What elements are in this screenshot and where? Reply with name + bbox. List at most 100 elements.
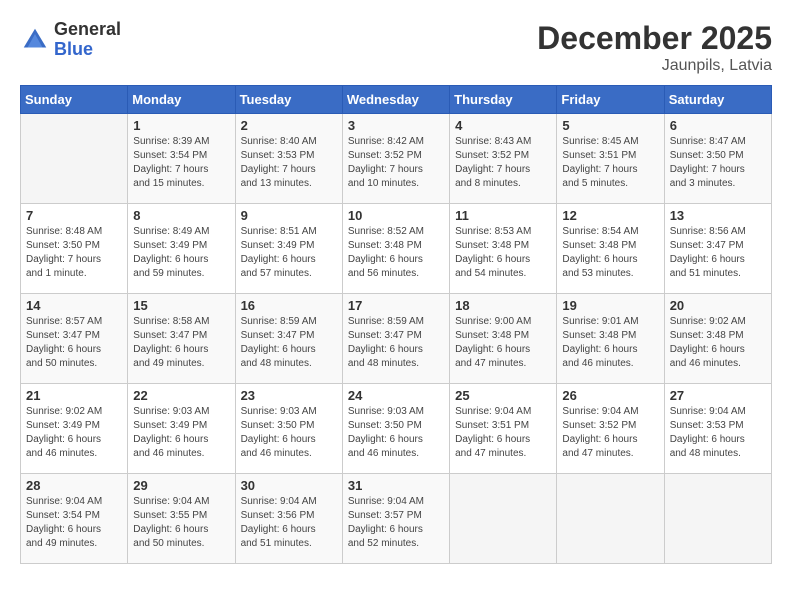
day-info: Sunrise: 9:04 AM Sunset: 3:55 PM Dayligh… bbox=[133, 495, 229, 551]
logo: General Blue bbox=[20, 20, 121, 60]
day-number: 6 bbox=[670, 118, 766, 133]
day-info: Sunrise: 9:03 AM Sunset: 3:50 PM Dayligh… bbox=[241, 405, 337, 461]
calendar-day-cell: 25Sunrise: 9:04 AM Sunset: 3:51 PM Dayli… bbox=[450, 384, 557, 474]
calendar-week-row: 21 Sunrise: 9:02 AM Sunset: 3:49 PM Dayli… bbox=[21, 384, 772, 474]
day-info: Sunrise: 8:57 AM Sunset: 3:47 PM Dayligh… bbox=[26, 315, 122, 371]
day-number: 11 bbox=[455, 208, 551, 223]
calendar-day-cell: 3 Sunrise: 8:42 AM Sunset: 3:52 PM Daylig… bbox=[342, 114, 449, 204]
calendar-day-cell: 1Sunrise: 8:39 AM Sunset: 3:54 PM Daylig… bbox=[128, 114, 235, 204]
calendar-day-cell: 21 Sunrise: 9:02 AM Sunset: 3:49 PM Dayli… bbox=[21, 384, 128, 474]
day-number: 24 bbox=[348, 388, 444, 403]
day-number: 15 bbox=[133, 298, 229, 313]
calendar-day-cell: 10Sunrise: 8:52 AM Sunset: 3:48 PM Dayli… bbox=[342, 204, 449, 294]
day-info: Sunrise: 8:39 AM Sunset: 3:54 PM Dayligh… bbox=[133, 135, 229, 191]
calendar-day-cell: 15 Sunrise: 8:58 AM Sunset: 3:47 PM Dayli… bbox=[128, 294, 235, 384]
calendar-day-cell: 26 Sunrise: 9:04 AM Sunset: 3:52 PM Dayli… bbox=[557, 384, 664, 474]
calendar-day-cell: 30 Sunrise: 9:04 AM Sunset: 3:56 PM Dayli… bbox=[235, 474, 342, 564]
day-number: 19 bbox=[562, 298, 658, 313]
day-info: Sunrise: 8:56 AM Sunset: 3:47 PM Dayligh… bbox=[670, 225, 766, 281]
calendar-day-cell: 4Sunrise: 8:43 AM Sunset: 3:52 PM Daylig… bbox=[450, 114, 557, 204]
calendar-day-cell: 31 Sunrise: 9:04 AM Sunset: 3:57 PM Dayli… bbox=[342, 474, 449, 564]
calendar-day-header: Wednesday bbox=[342, 86, 449, 114]
calendar-day-cell bbox=[557, 474, 664, 564]
day-number: 29 bbox=[133, 478, 229, 493]
day-number: 4 bbox=[455, 118, 551, 133]
day-number: 25 bbox=[455, 388, 551, 403]
calendar-day-cell: 11Sunrise: 8:53 AM Sunset: 3:48 PM Dayli… bbox=[450, 204, 557, 294]
calendar-week-row: 7 Sunrise: 8:48 AM Sunset: 3:50 PM Daylig… bbox=[21, 204, 772, 294]
calendar-day-header: Friday bbox=[557, 86, 664, 114]
calendar-day-cell: 13Sunrise: 8:56 AM Sunset: 3:47 PM Dayli… bbox=[664, 204, 771, 294]
day-info: Sunrise: 8:59 AM Sunset: 3:47 PM Dayligh… bbox=[241, 315, 337, 371]
calendar-day-cell: 12 Sunrise: 8:54 AM Sunset: 3:48 PM Dayli… bbox=[557, 204, 664, 294]
day-number: 22 bbox=[133, 388, 229, 403]
day-number: 28 bbox=[26, 478, 122, 493]
calendar-day-header: Saturday bbox=[664, 86, 771, 114]
page-header: General Blue December 2025 Jaunpils, Lat… bbox=[20, 20, 772, 75]
calendar-day-header: Sunday bbox=[21, 86, 128, 114]
day-number: 8 bbox=[133, 208, 229, 223]
calendar-day-cell: 6 Sunrise: 8:47 AM Sunset: 3:50 PM Daylig… bbox=[664, 114, 771, 204]
day-number: 3 bbox=[348, 118, 444, 133]
day-number: 18 bbox=[455, 298, 551, 313]
location: Jaunpils, Latvia bbox=[537, 57, 772, 75]
day-info: Sunrise: 9:04 AM Sunset: 3:52 PM Dayligh… bbox=[562, 405, 658, 461]
day-number: 5 bbox=[562, 118, 658, 133]
calendar-day-cell: 7 Sunrise: 8:48 AM Sunset: 3:50 PM Daylig… bbox=[21, 204, 128, 294]
calendar-day-cell: 24 Sunrise: 9:03 AM Sunset: 3:50 PM Dayli… bbox=[342, 384, 449, 474]
calendar-day-cell: 8 Sunrise: 8:49 AM Sunset: 3:49 PM Daylig… bbox=[128, 204, 235, 294]
day-number: 12 bbox=[562, 208, 658, 223]
day-info: Sunrise: 8:40 AM Sunset: 3:53 PM Dayligh… bbox=[241, 135, 337, 191]
calendar-day-cell: 16 Sunrise: 8:59 AM Sunset: 3:47 PM Dayli… bbox=[235, 294, 342, 384]
day-info: Sunrise: 8:48 AM Sunset: 3:50 PM Dayligh… bbox=[26, 225, 122, 281]
day-info: Sunrise: 9:04 AM Sunset: 3:57 PM Dayligh… bbox=[348, 495, 444, 551]
day-info: Sunrise: 9:00 AM Sunset: 3:48 PM Dayligh… bbox=[455, 315, 551, 371]
day-info: Sunrise: 8:51 AM Sunset: 3:49 PM Dayligh… bbox=[241, 225, 337, 281]
day-info: Sunrise: 9:04 AM Sunset: 3:56 PM Dayligh… bbox=[241, 495, 337, 551]
logo-icon bbox=[20, 25, 50, 55]
day-info: Sunrise: 8:54 AM Sunset: 3:48 PM Dayligh… bbox=[562, 225, 658, 281]
month-title: December 2025 bbox=[537, 20, 772, 57]
day-info: Sunrise: 9:02 AM Sunset: 3:48 PM Dayligh… bbox=[670, 315, 766, 371]
day-number: 23 bbox=[241, 388, 337, 403]
calendar-day-cell: 18 Sunrise: 9:00 AM Sunset: 3:48 PM Dayli… bbox=[450, 294, 557, 384]
day-number: 20 bbox=[670, 298, 766, 313]
day-number: 14 bbox=[26, 298, 122, 313]
day-info: Sunrise: 8:45 AM Sunset: 3:51 PM Dayligh… bbox=[562, 135, 658, 191]
day-number: 17 bbox=[348, 298, 444, 313]
calendar-day-cell: 23 Sunrise: 9:03 AM Sunset: 3:50 PM Dayli… bbox=[235, 384, 342, 474]
calendar-day-cell: 5 Sunrise: 8:45 AM Sunset: 3:51 PM Daylig… bbox=[557, 114, 664, 204]
calendar-day-cell bbox=[450, 474, 557, 564]
day-info: Sunrise: 8:59 AM Sunset: 3:47 PM Dayligh… bbox=[348, 315, 444, 371]
calendar-body: 1Sunrise: 8:39 AM Sunset: 3:54 PM Daylig… bbox=[21, 114, 772, 564]
calendar-day-cell bbox=[664, 474, 771, 564]
day-number: 16 bbox=[241, 298, 337, 313]
calendar-day-cell: 19Sunrise: 9:01 AM Sunset: 3:48 PM Dayli… bbox=[557, 294, 664, 384]
logo-general: General bbox=[54, 20, 121, 40]
day-number: 26 bbox=[562, 388, 658, 403]
day-number: 31 bbox=[348, 478, 444, 493]
calendar-day-header: Thursday bbox=[450, 86, 557, 114]
calendar-day-cell: 27Sunrise: 9:04 AM Sunset: 3:53 PM Dayli… bbox=[664, 384, 771, 474]
calendar-week-row: 1Sunrise: 8:39 AM Sunset: 3:54 PM Daylig… bbox=[21, 114, 772, 204]
day-number: 9 bbox=[241, 208, 337, 223]
calendar-day-cell bbox=[21, 114, 128, 204]
day-info: Sunrise: 8:49 AM Sunset: 3:49 PM Dayligh… bbox=[133, 225, 229, 281]
day-info: Sunrise: 9:03 AM Sunset: 3:50 PM Dayligh… bbox=[348, 405, 444, 461]
day-number: 2 bbox=[241, 118, 337, 133]
day-info: Sunrise: 9:03 AM Sunset: 3:49 PM Dayligh… bbox=[133, 405, 229, 461]
day-info: Sunrise: 8:58 AM Sunset: 3:47 PM Dayligh… bbox=[133, 315, 229, 371]
calendar-week-row: 28Sunrise: 9:04 AM Sunset: 3:54 PM Dayli… bbox=[21, 474, 772, 564]
calendar-day-cell: 28Sunrise: 9:04 AM Sunset: 3:54 PM Dayli… bbox=[21, 474, 128, 564]
day-info: Sunrise: 8:47 AM Sunset: 3:50 PM Dayligh… bbox=[670, 135, 766, 191]
day-info: Sunrise: 8:42 AM Sunset: 3:52 PM Dayligh… bbox=[348, 135, 444, 191]
day-number: 30 bbox=[241, 478, 337, 493]
day-info: Sunrise: 8:52 AM Sunset: 3:48 PM Dayligh… bbox=[348, 225, 444, 281]
day-number: 7 bbox=[26, 208, 122, 223]
calendar-day-cell: 2 Sunrise: 8:40 AM Sunset: 3:53 PM Daylig… bbox=[235, 114, 342, 204]
day-number: 21 bbox=[26, 388, 122, 403]
day-info: Sunrise: 9:02 AM Sunset: 3:49 PM Dayligh… bbox=[26, 405, 122, 461]
calendar-header: SundayMondayTuesdayWednesdayThursdayFrid… bbox=[21, 86, 772, 114]
logo-blue: Blue bbox=[54, 40, 121, 60]
day-number: 27 bbox=[670, 388, 766, 403]
